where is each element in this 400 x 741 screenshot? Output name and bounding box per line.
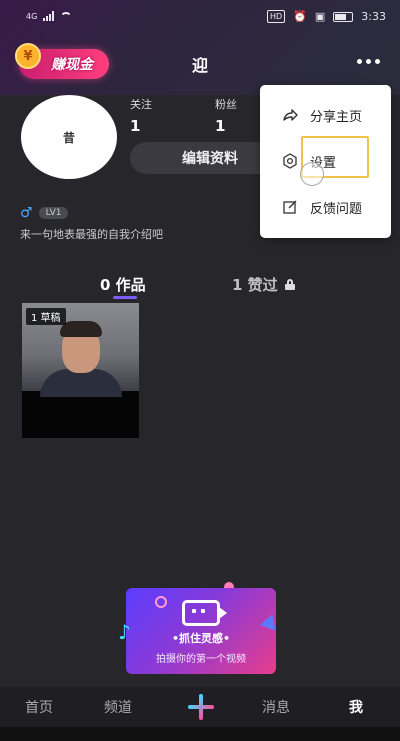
profile-badges: ♂ LV1 [20, 205, 69, 221]
avatar[interactable]: 昔 [21, 95, 117, 179]
fans-stat[interactable]: 粉丝 1 [215, 96, 237, 135]
music-note-icon: ♪ [118, 620, 131, 644]
more-dot [374, 58, 380, 64]
nav-home[interactable]: 首页 [25, 697, 53, 717]
create-plus-button[interactable] [186, 692, 216, 722]
avatar-mark: 昔 [62, 130, 75, 145]
follow-label: 关注 [130, 98, 152, 111]
nav-channel[interactable]: 频道 [104, 697, 132, 717]
page-title: 迎 [191, 56, 208, 75]
active-tab-indicator [113, 296, 137, 299]
record-first-video-card[interactable]: •抓住灵感• 拍摄你的第一个视频 [126, 588, 276, 674]
menu-item-share[interactable]: 分享主页 [260, 98, 391, 132]
status-bar: 4G HD ⏰ ▣ 3:33 [0, 0, 400, 36]
edit-icon [283, 200, 297, 214]
video-camera-icon [182, 600, 227, 626]
fans-label: 粉丝 [215, 98, 237, 111]
wifi-icon [60, 11, 73, 21]
gear-icon [283, 153, 297, 169]
thumbnail-figure-hair [60, 321, 102, 337]
more-options-button[interactable] [352, 51, 384, 71]
system-nav-bar [0, 727, 400, 741]
follow-count: 1 [130, 117, 141, 135]
nav-message[interactable]: 消息 [262, 697, 290, 717]
tab-works-label: 0 作品 [100, 276, 146, 294]
menu-item-label: 反馈问题 [310, 201, 363, 217]
battery-icon [333, 11, 354, 22]
status-left: 4G [26, 11, 73, 21]
tap-indicator [300, 162, 324, 186]
follow-stat[interactable]: 关注 1 [130, 96, 152, 135]
signal-icon [43, 11, 55, 21]
promo-title: •抓住灵感• [171, 632, 231, 645]
menu-item-label: 分享主页 [310, 109, 363, 125]
draft-count-label: 1 草稿 [26, 308, 66, 325]
fans-count: 1 [215, 117, 226, 135]
hd-icon: HD [267, 10, 286, 23]
status-right: HD ⏰ ▣ 3:33 [267, 10, 386, 23]
tab-works[interactable]: 0 作品 [100, 274, 146, 295]
tab-liked[interactable]: 1 赞过 [232, 274, 295, 295]
carrier-label: 4G [26, 11, 38, 21]
alarm-icon: ⏰ [293, 10, 307, 23]
draft-video-tile[interactable]: 1 草稿 [22, 303, 139, 438]
promo-subtitle: 拍摄你的第一个视频 [156, 654, 246, 665]
decor-ring-icon [155, 596, 167, 608]
nav-me[interactable]: 我 [349, 697, 363, 717]
nfc-icon: ▣ [314, 10, 326, 23]
thumbnail-figure-body [40, 369, 122, 397]
profile-screen: 4G HD ⏰ ▣ 3:33 ¥ 赚现金 迎 昔 关注 1 粉丝 1 编辑资料 … [0, 0, 400, 741]
share-icon [283, 109, 298, 121]
more-dot [356, 58, 362, 64]
bio-text[interactable]: 来一句地表最强的自我介绍吧 [20, 226, 163, 242]
bottom-nav: 首页 频道 消息 我 [0, 687, 400, 727]
plus-icon [199, 694, 203, 720]
menu-item-feedback[interactable]: 反馈问题 [260, 190, 391, 224]
status-time: 3:33 [361, 10, 386, 23]
level-badge: LV1 [38, 207, 69, 219]
tab-liked-label: 1 赞过 [232, 276, 278, 294]
lock-icon [284, 279, 295, 290]
more-dot [365, 58, 371, 64]
male-icon: ♂ [20, 205, 33, 221]
